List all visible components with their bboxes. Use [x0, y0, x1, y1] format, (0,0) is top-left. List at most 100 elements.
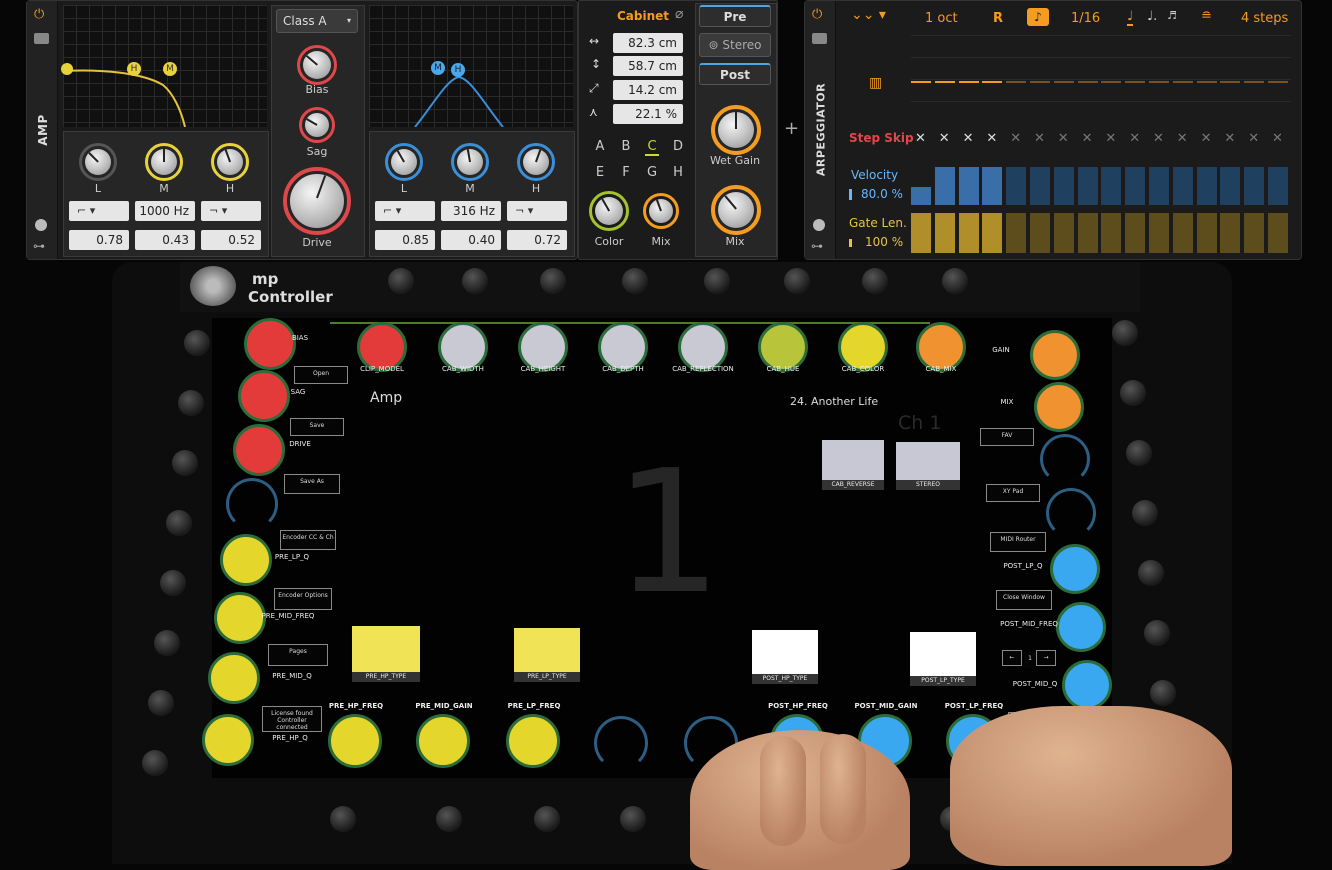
hardware-encoder-knob[interactable]	[436, 806, 462, 832]
graph-marker-high[interactable]: H	[127, 62, 141, 76]
hardware-encoder-knob[interactable]	[154, 630, 180, 656]
right-menu-button[interactable]: FAV	[980, 428, 1034, 446]
amp-mid-value[interactable]: 0.43	[135, 230, 195, 250]
left-menu-button[interactable]: Save	[290, 418, 344, 436]
graph-marker-mid[interactable]: M	[163, 62, 177, 76]
amp-high-knob[interactable]	[211, 143, 249, 181]
gate-bar[interactable]	[1030, 213, 1050, 253]
gate-value[interactable]: 100 %	[865, 235, 903, 249]
pitch-step[interactable]	[958, 81, 979, 83]
velocity-bar[interactable]	[1030, 167, 1050, 205]
gate-bar[interactable]	[1053, 213, 1074, 253]
cab-letter-a[interactable]: A	[593, 139, 607, 154]
hardware-encoder-knob[interactable]	[166, 510, 192, 536]
hardware-encoder-knob[interactable]	[178, 390, 204, 416]
step-skip-toggle[interactable]: ✕	[1272, 131, 1283, 146]
folder-icon[interactable]	[34, 33, 49, 44]
octave-value[interactable]: 1 oct	[925, 11, 958, 26]
cab-letter-g[interactable]: G	[645, 165, 659, 180]
velocity-bar[interactable]	[1077, 167, 1098, 205]
toggle-pad-5[interactable]: POST_HP_TYPE	[752, 630, 818, 684]
nav-prev-button[interactable]: ←	[1002, 650, 1022, 666]
hardware-encoder-knob[interactable]	[620, 806, 646, 832]
right-menu-button[interactable]: XY Pad	[986, 484, 1040, 502]
right-menu-button[interactable]: MIDI Router	[990, 532, 1046, 552]
cab-letter-h[interactable]: H	[671, 165, 685, 180]
hardware-encoder-knob[interactable]	[1144, 620, 1170, 646]
velocity-bar[interactable]	[1172, 167, 1193, 205]
left-menu-button[interactable]: Save As	[284, 474, 340, 494]
right-encoder-2[interactable]	[1034, 382, 1084, 432]
velocity-bar[interactable]	[1053, 167, 1074, 205]
velocity-bar[interactable]	[1101, 167, 1122, 205]
hardware-encoder-knob[interactable]	[1126, 440, 1152, 466]
hardware-encoder-knob[interactable]	[784, 268, 810, 294]
step-skip-toggle[interactable]: ✕	[1082, 131, 1093, 146]
hardware-encoder-knob[interactable]	[1138, 560, 1164, 586]
hardware-encoder-knob[interactable]	[172, 450, 198, 476]
step-skip-toggle[interactable]: ✕	[1058, 131, 1069, 146]
left-encoder-4[interactable]	[226, 478, 278, 530]
pitch-step[interactable]	[934, 81, 955, 83]
amp-low-filter-select[interactable]: ⌐ ▾	[69, 201, 129, 221]
pitch-step[interactable]	[1172, 81, 1193, 83]
stereo-button[interactable]: ⊚ Stereo	[699, 33, 771, 57]
bottom-encoder-4[interactable]	[594, 716, 648, 770]
post-eq-graph[interactable]: M H	[369, 5, 573, 127]
cab-depth-value[interactable]: 14.2 cm	[613, 80, 683, 100]
drive-knob[interactable]	[283, 167, 351, 235]
amp-freq-value[interactable]: 1000 Hz	[135, 201, 195, 221]
hardware-encoder-knob[interactable]	[184, 330, 210, 356]
chain-arrow-icon[interactable]: ⊶	[811, 239, 823, 253]
gate-bar[interactable]	[1006, 213, 1027, 253]
hardware-encoder-knob[interactable]	[148, 690, 174, 716]
fx-mix-knob[interactable]	[711, 185, 761, 235]
hardware-encoder-knob[interactable]	[1150, 680, 1176, 706]
hardware-encoder-knob[interactable]	[862, 268, 888, 294]
steps-value[interactable]: 4 steps	[1241, 11, 1288, 26]
wet-gain-knob[interactable]	[711, 105, 761, 155]
toggle-pad-6[interactable]: POST_LP_TYPE	[910, 632, 976, 686]
cab-letter-f[interactable]: F	[619, 165, 633, 180]
gate-bar[interactable]	[1149, 213, 1169, 253]
hardware-encoder-knob[interactable]	[142, 750, 168, 776]
left-menu-button[interactable]: Pages	[268, 644, 328, 666]
gate-bar[interactable]	[1220, 213, 1241, 253]
cab-letter-d[interactable]: D	[671, 139, 685, 154]
step-skip-toggle[interactable]: ✕	[939, 131, 950, 146]
hardware-encoder-knob[interactable]	[330, 806, 356, 832]
dotted-note-icon[interactable]: ♩.	[1147, 9, 1157, 24]
right-encoder-4[interactable]	[1046, 488, 1096, 538]
pitch-step[interactable]	[1101, 81, 1122, 83]
gate-bar[interactable]	[1196, 213, 1217, 253]
clock-icon[interactable]	[813, 219, 825, 231]
amp-model-select[interactable]: Class A ▾	[276, 9, 358, 33]
left-menu-button[interactable]: Open	[294, 366, 348, 384]
straight-note-icon[interactable]: ♩	[1127, 9, 1134, 26]
pitch-step[interactable]	[1077, 81, 1098, 83]
amp-high-value[interactable]: 0.52	[201, 230, 261, 250]
eq-low-filter-select[interactable]: ⌐ ▾	[375, 201, 435, 221]
eq-high-knob[interactable]	[517, 143, 555, 181]
hardware-encoder-knob[interactable]	[462, 268, 488, 294]
amp-low-value[interactable]: 0.78	[69, 230, 129, 250]
step-skip-toggle[interactable]: ✕	[1224, 131, 1235, 146]
hardware-encoder-knob[interactable]	[942, 268, 968, 294]
note-icon[interactable]: ♪	[1027, 8, 1049, 26]
step-skip-toggle[interactable]: ✕	[1201, 131, 1212, 146]
cab-width-value[interactable]: 82.3 cm	[613, 33, 683, 53]
amp-high-filter-select[interactable]: ¬ ▾	[201, 201, 261, 221]
retrigger-button[interactable]: R	[993, 11, 1003, 26]
step-skip-toggle[interactable]: ✕	[1034, 131, 1045, 146]
pitch-step[interactable]	[1149, 81, 1169, 83]
pre-button[interactable]: Pre	[699, 5, 771, 27]
phase-icon[interactable]: ⌀	[675, 6, 683, 22]
cab-mix-knob[interactable]	[643, 193, 679, 229]
cab-letter-c[interactable]: C	[645, 139, 659, 156]
step-skip-toggle[interactable]: ✕	[915, 131, 926, 146]
step-skip-toggle[interactable]: ✕	[1177, 131, 1188, 146]
eq-marker-mid[interactable]: M	[431, 61, 445, 75]
velocity-bar[interactable]	[958, 167, 979, 205]
velocity-bar[interactable]	[1125, 167, 1146, 205]
arp-mode-icon[interactable]: ⌄⌄ ▾	[851, 7, 886, 23]
